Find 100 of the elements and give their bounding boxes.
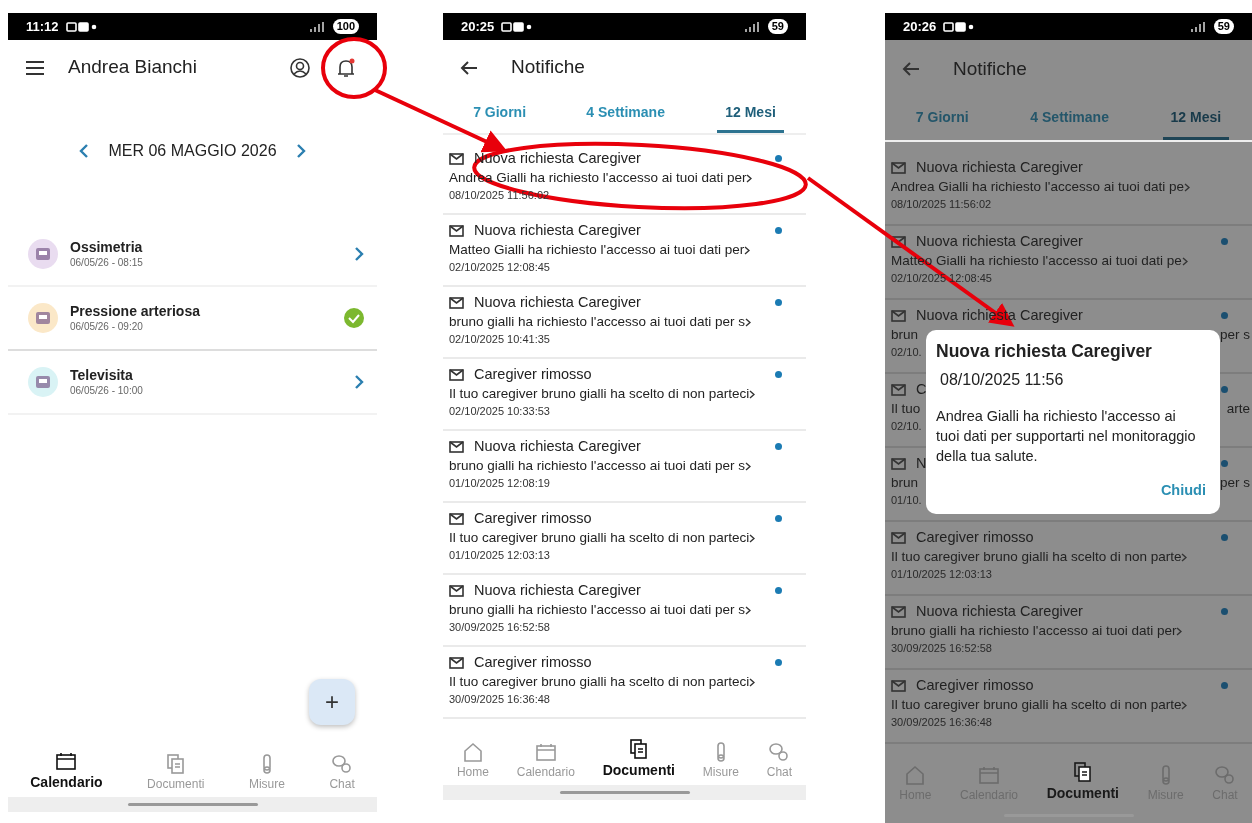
notification-title: Caregiver rimosso [474, 509, 592, 528]
event-time: 06/05/26 - 09:20 [70, 319, 144, 334]
battery-level: 100 [332, 19, 359, 34]
notification-title: Nuova richiesta Caregiver [474, 437, 641, 456]
nav-tab[interactable]: Calendario [514, 741, 577, 781]
period-tab[interactable]: 12 Mesi [1162, 98, 1230, 140]
notification-row[interactable]: Caregiver rimosso Il tuo caregiver bruno gialli ha scelto di non parte 30/09/2025 16:36:48 [885, 670, 1252, 744]
add-button[interactable]: + [309, 679, 355, 725]
nav-tab[interactable]: Documenti [145, 753, 207, 793]
period-tab[interactable]: 12 Mesi [717, 95, 784, 133]
nav-tab[interactable]: Misure [246, 753, 287, 793]
event-row[interactable]: Pressione arteriosa 06/05/26 - 09:20 [8, 287, 377, 351]
notification-title: Nuova richiesta Caregiver [474, 221, 641, 240]
notification-date: 30/09/2025 16:52:58 [449, 620, 550, 635]
notification-date: 02/10/2025 12:08:45 [891, 271, 992, 286]
notification-text: Matteo Gialli ha richiesto l'accesso ai tuoi dati per [449, 241, 745, 259]
screen-title: Andrea Bianchi [68, 55, 197, 80]
notification-row[interactable]: Nuova richiesta Caregiver bruno gialli ha richiesto l'accesso ai tuoi dati per 30/09/2025 16:52:58 [885, 596, 1252, 670]
notification-text: arte [1226, 400, 1250, 418]
mail-icon [449, 368, 464, 381]
chevron-icon [1176, 626, 1183, 636]
menu-icon[interactable] [24, 58, 46, 77]
notification-title: Nuova richiesta Caregiver [474, 581, 641, 600]
chevron-icon [749, 389, 756, 399]
status-time: 11:12 [26, 17, 59, 36]
mail-icon [891, 457, 906, 470]
notification-title: N [916, 454, 927, 473]
chevron-icon [745, 317, 751, 327]
mail-icon [449, 152, 464, 165]
event-name: Pressione arteriosa [70, 302, 200, 319]
notification-text: bruno gialli ha richiesto l'accesso ai tuoi dati per [891, 622, 1177, 640]
battery-level: 59 [767, 19, 788, 34]
notification-row[interactable]: Caregiver rimosso Il tuo caregiver bruno gialli ha scelto di non parteci 30/09/2025 16:36:48 [443, 647, 806, 719]
nav-tab[interactable]: Chat [327, 753, 357, 793]
mail-icon [449, 512, 464, 525]
screen-title: Notifiche [511, 55, 585, 80]
notification-row[interactable]: Caregiver rimosso Il tuo caregiver bruno gialli ha scelto di non parteci 02/10/2025 10:33:53 [443, 359, 806, 431]
nav-tab[interactable]: Calendario [28, 750, 105, 793]
status-time: 20:26 [903, 17, 937, 36]
annotation-circle [321, 37, 387, 99]
notification-row[interactable]: Nuova richiesta Caregiver bruno gialli ha richiesto l'accesso ai tuoi dati per s 30/09/2025 16:52:58 [443, 575, 806, 647]
date-label: MER 06 MAGGIO 2026 [108, 141, 277, 161]
nav-tab[interactable]: Misure [700, 741, 741, 781]
nav-tab[interactable]: Home [454, 741, 491, 781]
notification-date: 30/09/2025 16:36:48 [891, 715, 992, 730]
notification-bell-icon[interactable] [335, 56, 357, 79]
notification-text: per s [1220, 326, 1250, 344]
chevron-icon [749, 677, 756, 687]
profile-icon[interactable] [289, 56, 311, 79]
nav-tab[interactable]: Chat [764, 741, 795, 781]
mail-icon [891, 309, 906, 322]
event-name: Televisita [70, 366, 134, 383]
chat-icon [331, 753, 354, 775]
notification-row[interactable]: Nuova richiesta Caregiver Matteo Gialli ha richiesto l'accesso ai tuoi dati per 02/10/2025 12:08:45 [443, 215, 806, 287]
notification-title: Caregiver rimosso [474, 365, 592, 384]
period-tab[interactable]: 4 Settimane [578, 95, 673, 133]
nav-tab[interactable]: Documenti [600, 738, 677, 781]
chevron-icon [1181, 700, 1188, 710]
notification-text: Il tuo caregiver bruno gialli ha scelto di non parteci [449, 673, 750, 691]
notification-row[interactable]: Nuova richiesta Caregiver Andrea Gialli ha richiesto l'accesso ai tuoi dati pe 08/10/2025 11:56:02 [885, 152, 1252, 226]
close-button[interactable]: Chiudi [1160, 480, 1206, 502]
notification-date: 30/09/2025 16:52:58 [891, 641, 992, 656]
mail-icon [891, 605, 906, 618]
event-time: 06/05/26 - 08:15 [70, 255, 143, 270]
next-day-icon[interactable] [294, 143, 307, 159]
notification-row[interactable]: Nuova richiesta Caregiver bruno gialli ha richiesto l'accesso ai tuoi dati per s 01/10/2025 12:08:19 [443, 431, 806, 503]
mail-icon [449, 584, 464, 597]
dialog-date: 08/10/2025 11:56 [940, 370, 1065, 391]
event-time: 06/05/26 - 10:00 [70, 383, 143, 398]
chevron-icon [746, 173, 753, 183]
notification-title: Nuova richiesta Caregiver [474, 293, 641, 312]
nav-tab[interactable]: Documenti [1044, 761, 1121, 804]
notification-title: Nuova richiesta Caregiver [916, 602, 1083, 621]
notification-date: 01/10. [891, 493, 922, 508]
notification-date: 02/10. [891, 345, 922, 360]
chevron-icon [1184, 182, 1190, 192]
notification-date: 02/10/2025 12:08:45 [449, 260, 550, 275]
notification-text: per s [1220, 474, 1250, 492]
notification-text: Il tuo [891, 400, 921, 418]
notification-text: Il tuo caregiver bruno gialli ha scelto di non parte [891, 548, 1182, 566]
notification-row[interactable]: Caregiver rimosso Il tuo caregiver bruno gialli ha scelto di non parteci 01/10/2025 12:03:13 [443, 503, 806, 575]
notification-row[interactable]: Caregiver rimosso Il tuo caregiver bruno gialli ha scelto di non parte 01/10/2025 12:03:13 [885, 522, 1252, 596]
notification-text: brun [891, 326, 919, 344]
mail-icon [449, 656, 464, 669]
screen-title: Notifiche [953, 56, 1027, 81]
chevron-icon [1181, 552, 1188, 562]
chevron-icon [749, 533, 756, 543]
previous-day-icon[interactable] [78, 143, 91, 159]
notification-title: Nuova richiesta Caregiver [916, 158, 1083, 177]
notification-title: C [916, 380, 927, 399]
back-arrow-icon[interactable] [459, 59, 479, 76]
notification-text: bruno gialli ha richiesto l'accesso ai tuoi dati per s [449, 601, 745, 619]
notification-date: 02/10/2025 10:33:53 [449, 404, 550, 419]
notification-title: Caregiver rimosso [474, 653, 592, 672]
event-row[interactable]: Televisita 06/05/26 - 10:00 [8, 351, 377, 415]
period-tab[interactable]: 7 Giorni [465, 95, 535, 133]
notification-text: brun [891, 474, 919, 492]
event-row[interactable]: Ossimetria 06/05/26 - 08:15 [8, 223, 377, 287]
notification-row[interactable]: Nuova richiesta Caregiver bruno gialli ha richiesto l'accesso ai tuoi dati per s 02/10/2025 10:41:35 [443, 287, 806, 359]
documents-icon [164, 753, 187, 775]
